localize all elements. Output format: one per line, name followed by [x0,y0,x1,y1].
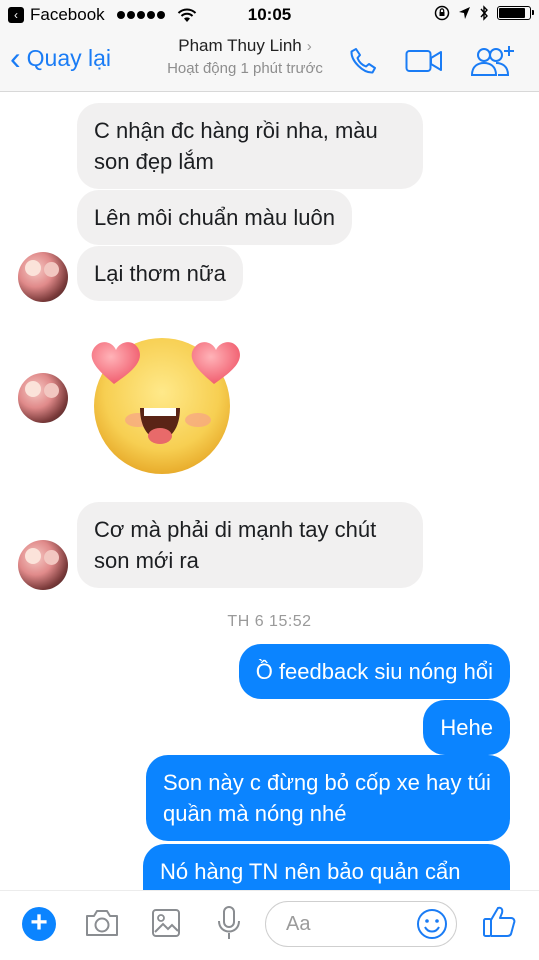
outgoing-message[interactable]: Son này c đừng bỏ cốp xe hay túi quần mà… [146,755,510,841]
outgoing-message[interactable]: Nó hàng TN nên bảo quản cẩn [143,844,510,890]
message-input-field[interactable] [265,901,457,947]
incoming-message[interactable]: Lên môi chuẩn màu luôn [77,190,352,245]
avatar[interactable] [18,540,68,590]
chevron-left-icon: ‹ [10,40,21,76]
conversation-header: ‹ Quay lại Pham Thuy Linh › Hoạt động 1 p… [0,30,539,92]
plus-icon[interactable]: + [22,907,56,941]
timestamp: TH 6 15:52 [227,613,312,630]
camera-icon[interactable] [84,908,120,938]
incoming-message[interactable]: Cơ mà phải di mạnh tay chút son mới ra [77,502,423,588]
bluetooth-icon [480,5,488,21]
composer-bar: + [0,890,539,960]
outgoing-message[interactable]: Ồ feedback siu nóng hổi [238,644,510,699]
message-input[interactable] [286,911,406,937]
avatar[interactable] [18,373,68,423]
contact-name-row: Pham Thuy Linh › [150,36,340,56]
smiley-icon[interactable] [416,908,448,940]
presence-status: Hoạt động 1 phút trước [167,60,323,77]
outgoing-message[interactable]: Hehe [423,700,510,755]
contact-name: Pham Thuy Linh [178,36,302,55]
avatar[interactable] [18,252,68,302]
like-icon[interactable] [481,904,517,940]
heart-eyes-emoji[interactable] [80,328,250,476]
microphone-icon[interactable] [216,905,242,941]
add-people-icon[interactable] [469,44,517,78]
battery-icon [497,6,534,20]
status-right [434,5,534,21]
phone-icon[interactable] [347,45,379,77]
battery-fill [499,8,525,18]
back-button[interactable]: ‹ Quay lại [10,40,112,76]
status-bar: ‹ Facebook 10:05 [0,0,539,30]
chevron-right-icon: › [306,38,312,55]
contact-title[interactable]: Pham Thuy Linh › Hoạt động 1 phút trước [150,36,340,77]
header-actions [347,44,517,78]
back-label: Quay lại [26,44,112,71]
video-camera-icon[interactable] [405,48,443,74]
rotation-lock-icon [434,5,450,21]
incoming-message[interactable]: Lại thơm nữa [77,246,243,301]
image-icon[interactable] [151,908,181,938]
incoming-message[interactable]: C nhận đc hàng rồi nha, màu son đẹp lắm [77,103,423,189]
location-icon [459,7,470,19]
message-list[interactable]: C nhận đc hàng rồi nha, màu son đẹp lắm … [0,92,539,890]
